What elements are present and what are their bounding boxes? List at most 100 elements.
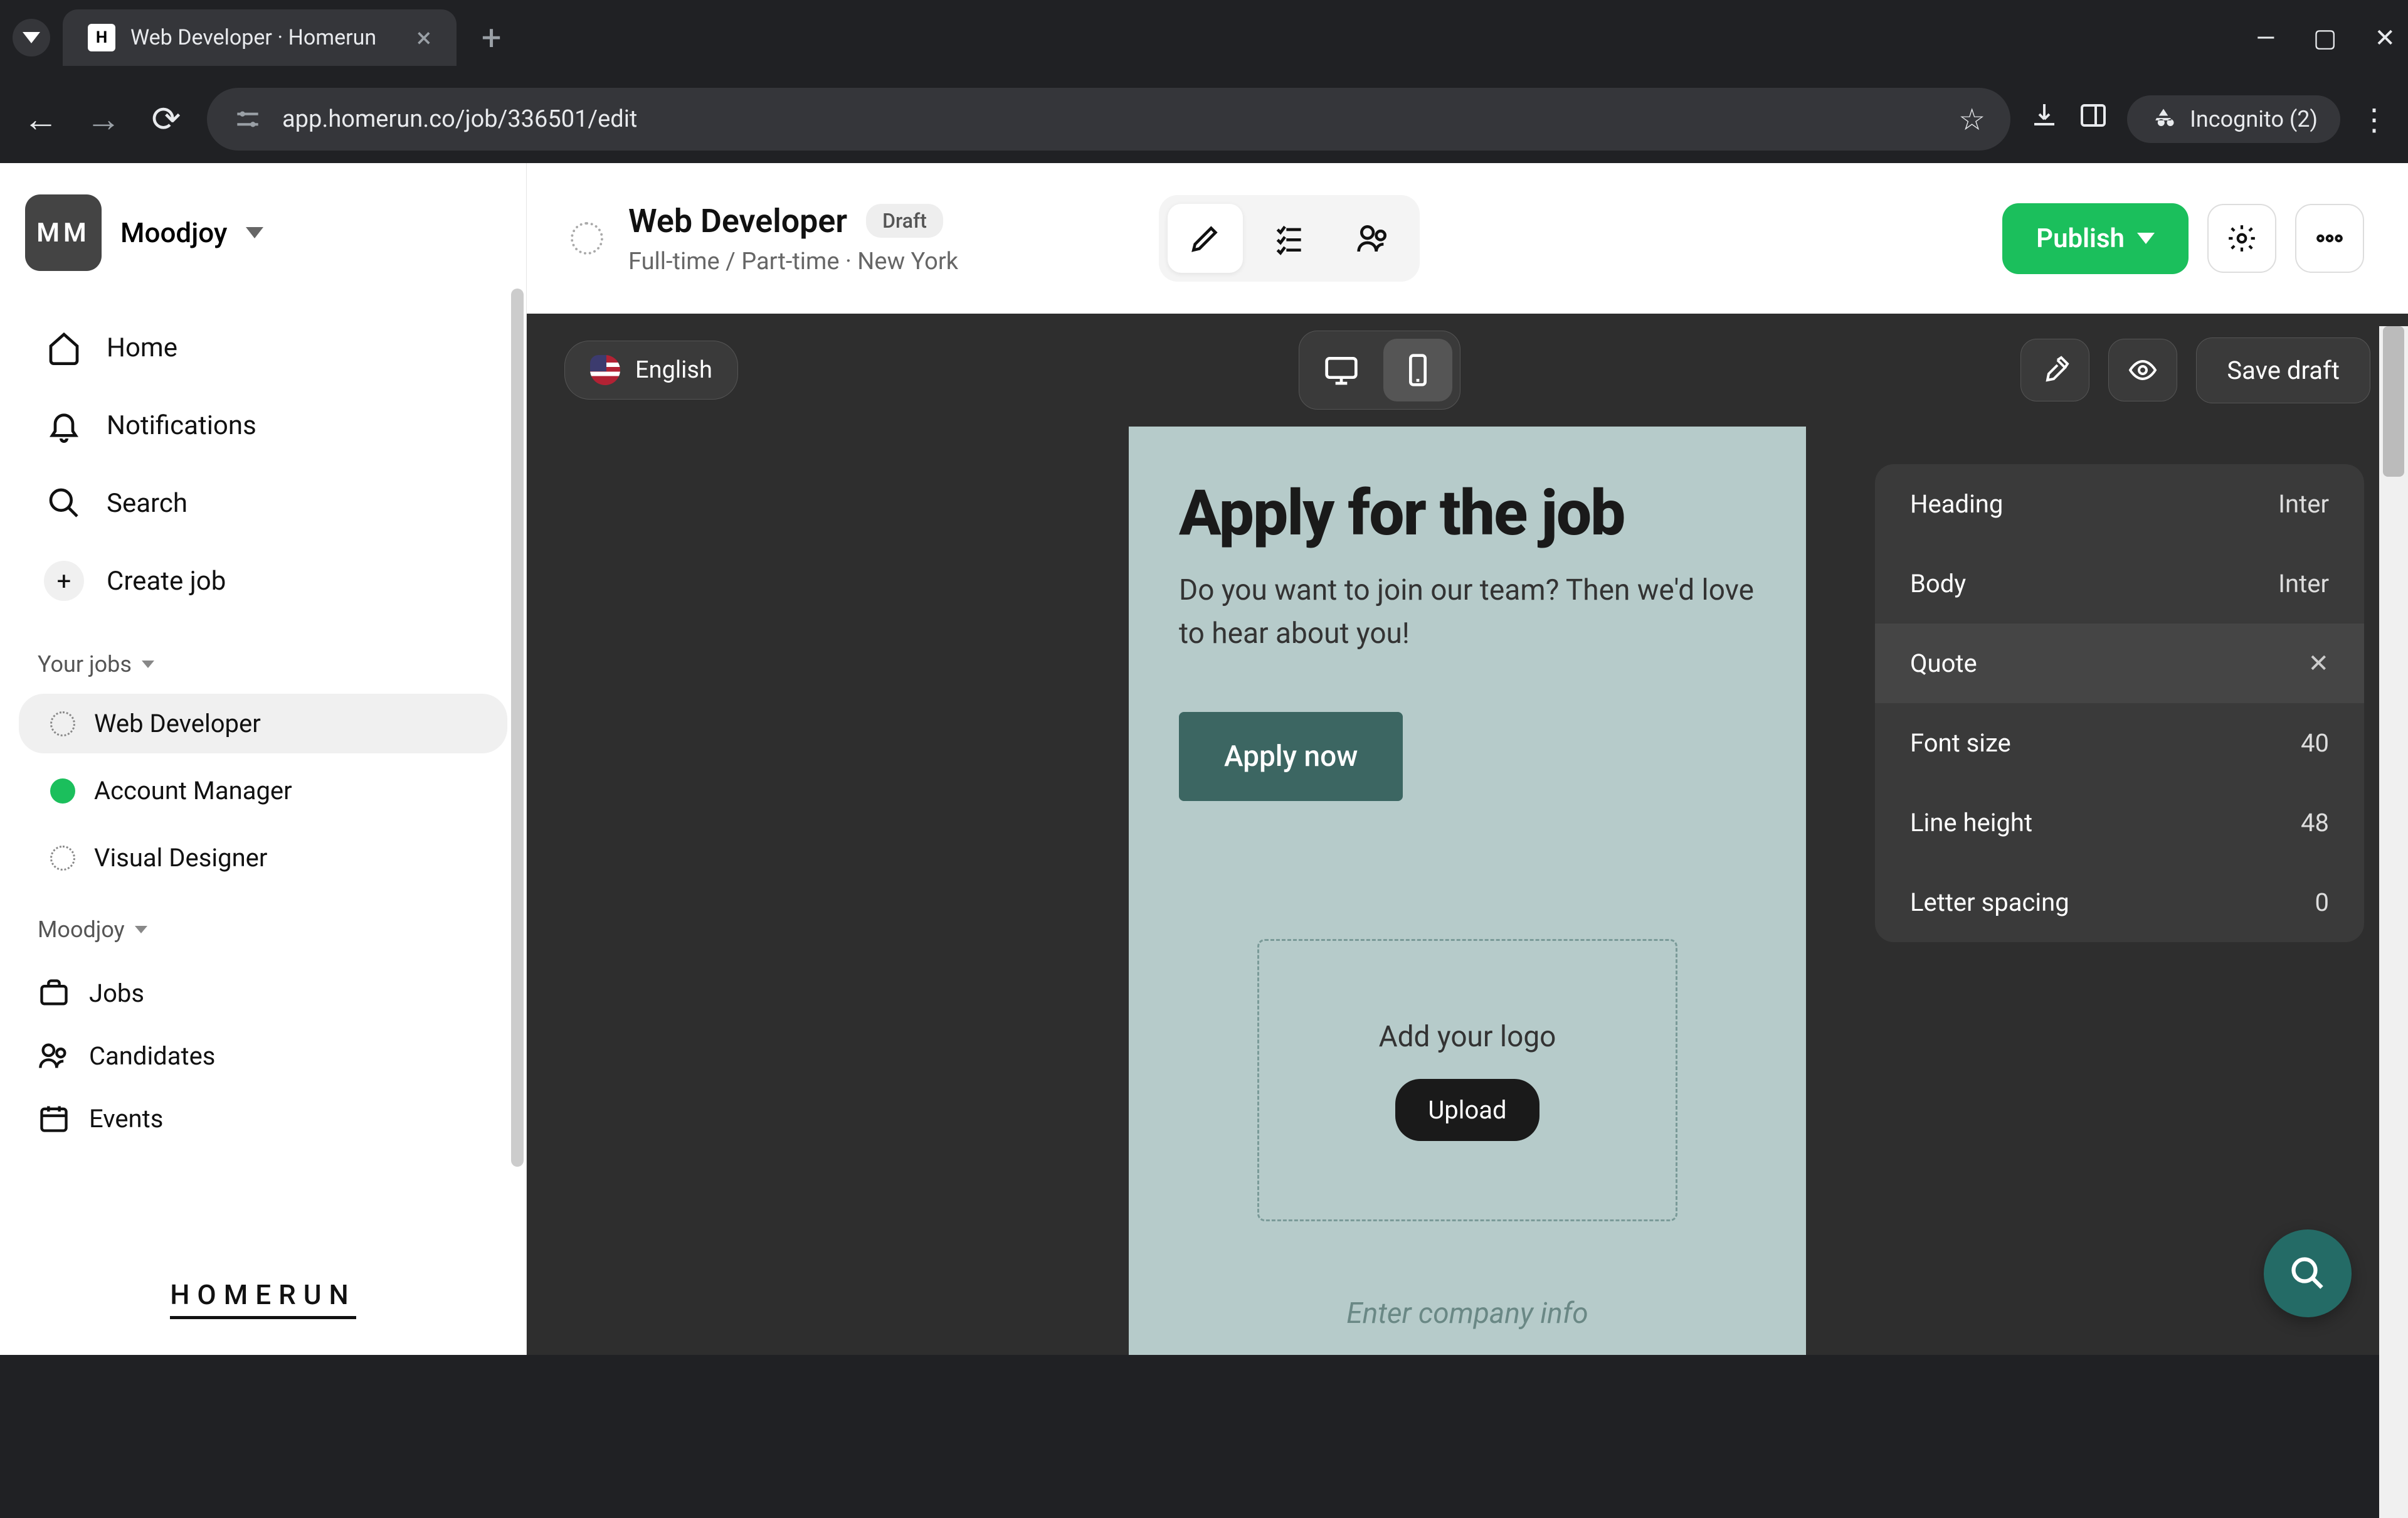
help-fab[interactable] [2264, 1229, 2352, 1317]
preview-button[interactable] [2108, 339, 2177, 401]
calendar-icon [38, 1102, 70, 1135]
typo-value: 48 [2301, 808, 2329, 837]
typo-letter-spacing-row[interactable]: Letter spacing 0 [1875, 863, 2364, 942]
nav-label: Candidates [89, 1041, 215, 1071]
incognito-badge[interactable]: Incognito (2) [2127, 95, 2340, 143]
job-item-web-developer[interactable]: Web Developer [19, 694, 507, 753]
sidebar-scrollbar[interactable] [507, 163, 526, 1355]
maximize-icon[interactable]: ▢ [2313, 23, 2337, 53]
org-switcher[interactable]: MM Moodjoy [0, 163, 526, 302]
save-draft-label: Save draft [2227, 356, 2340, 385]
save-draft-button[interactable]: Save draft [2196, 337, 2370, 403]
canvas-body[interactable]: Do you want to join our team? Then we'd … [1179, 569, 1756, 656]
tab-search-dropdown[interactable] [13, 19, 50, 56]
your-jobs-section[interactable]: Your jobs [0, 626, 526, 690]
nav-label: Notifications [107, 410, 256, 441]
eye-icon [2128, 355, 2158, 385]
flag-us-icon [590, 355, 620, 385]
back-button[interactable]: ← [19, 98, 63, 140]
bookmark-icon[interactable]: ☆ [1958, 102, 1985, 137]
nav-notifications[interactable]: Notifications [19, 386, 507, 464]
brush-icon [2040, 355, 2070, 385]
checklist-icon [1272, 221, 1307, 256]
apply-now-button[interactable]: Apply now [1179, 712, 1403, 801]
nav-label: Search [107, 488, 187, 519]
typography-panel: Heading Inter Body Inter Quote ✕ Font si… [1875, 464, 2364, 942]
plus-icon: + [44, 561, 84, 601]
side-panel-icon[interactable] [2078, 100, 2108, 138]
nav-search[interactable]: Search [19, 464, 507, 542]
briefcase-icon [38, 977, 70, 1009]
logo-dropzone[interactable]: Add your logo Upload [1257, 939, 1677, 1221]
chevron-down-icon [2137, 233, 2155, 244]
nav-events[interactable]: Events [0, 1087, 526, 1150]
checklist-mode-button[interactable] [1252, 204, 1327, 273]
typo-line-height-row[interactable]: Line height 48 [1875, 783, 2364, 863]
nav-home[interactable]: Home [19, 309, 507, 386]
job-item-visual-designer[interactable]: Visual Designer [19, 828, 507, 888]
typo-quote-row[interactable]: Quote ✕ [1875, 624, 2364, 703]
close-icon[interactable]: ✕ [2308, 649, 2329, 678]
url-text: app.homerun.co/job/336501/edit [282, 105, 637, 133]
people-icon [38, 1039, 70, 1072]
mode-switcher [1159, 195, 1420, 282]
typo-label: Heading [1910, 489, 2003, 519]
publish-button[interactable]: Publish [2002, 203, 2189, 274]
company-info-placeholder[interactable]: Enter company info [1179, 1297, 1756, 1330]
chevron-down-icon [135, 926, 147, 933]
close-window-icon[interactable]: ✕ [2374, 23, 2395, 53]
address-bar[interactable]: app.homerun.co/job/336501/edit ☆ [207, 88, 2010, 151]
typo-value: Inter [2278, 489, 2329, 519]
status-dot-draft [571, 222, 603, 255]
mobile-view-button[interactable] [1383, 339, 1452, 401]
tab-title: Web Developer · Homerun [130, 25, 376, 50]
org-section[interactable]: Moodjoy [0, 891, 526, 955]
canvas-heading[interactable]: Apply for the job [1179, 477, 1756, 550]
more-button[interactable] [2295, 204, 2364, 273]
browser-tab[interactable]: H Web Developer · Homerun × [63, 9, 457, 66]
typo-label: Quote [1910, 649, 1977, 678]
nav-jobs[interactable]: Jobs [0, 962, 526, 1024]
typo-value: Inter [2278, 569, 2329, 598]
browser-menu-icon[interactable]: ⋮ [2359, 102, 2389, 137]
typo-body-row[interactable]: Body Inter [1875, 544, 2364, 624]
tab-favicon: H [88, 24, 115, 51]
logo-drop-label: Add your logo [1379, 1020, 1556, 1054]
org-avatar: MM [25, 194, 102, 271]
edit-mode-button[interactable] [1168, 204, 1243, 273]
language-label: English [635, 356, 712, 384]
device-switcher [1299, 331, 1460, 410]
new-tab-button[interactable]: + [482, 17, 502, 58]
typo-label: Line height [1910, 808, 2032, 837]
typo-font-size-row[interactable]: Font size 40 [1875, 703, 2364, 783]
downloads-icon[interactable] [2029, 100, 2059, 138]
page-scrollbar[interactable] [2379, 326, 2408, 1518]
candidates-mode-button[interactable] [1336, 204, 1411, 273]
typo-label: Letter spacing [1910, 888, 2069, 917]
settings-button[interactable] [2207, 204, 2276, 273]
nav-create-job[interactable]: + Create job [19, 542, 507, 620]
status-dot-draft [50, 846, 75, 871]
close-tab-icon[interactable]: × [416, 21, 431, 54]
theme-button[interactable] [2020, 339, 2089, 401]
job-name: Account Manager [94, 776, 292, 805]
people-icon [1356, 221, 1391, 256]
job-meta: Full-time / Part-time · New York [628, 248, 958, 275]
desktop-view-button[interactable] [1307, 339, 1376, 401]
job-name: Web Developer [94, 709, 261, 738]
upload-button[interactable]: Upload [1395, 1079, 1539, 1141]
homerun-logo: HOMERUN [0, 1247, 526, 1355]
gear-icon [2226, 223, 2258, 254]
mobile-preview[interactable]: Apply for the job Do you want to join ou… [1129, 427, 1806, 1355]
reload-button[interactable]: ⟳ [144, 98, 188, 140]
job-item-account-manager[interactable]: Account Manager [19, 761, 507, 820]
nav-candidates[interactable]: Candidates [0, 1024, 526, 1087]
forward-button[interactable]: → [82, 98, 125, 140]
minimize-icon[interactable]: — [2256, 23, 2275, 53]
typo-label: Body [1910, 569, 1966, 598]
editor-toolbar: English Save draft [527, 314, 2408, 427]
typo-heading-row[interactable]: Heading Inter [1875, 464, 2364, 544]
site-settings-icon[interactable] [232, 104, 263, 135]
job-name: Visual Designer [94, 843, 267, 873]
language-selector[interactable]: English [564, 341, 738, 400]
